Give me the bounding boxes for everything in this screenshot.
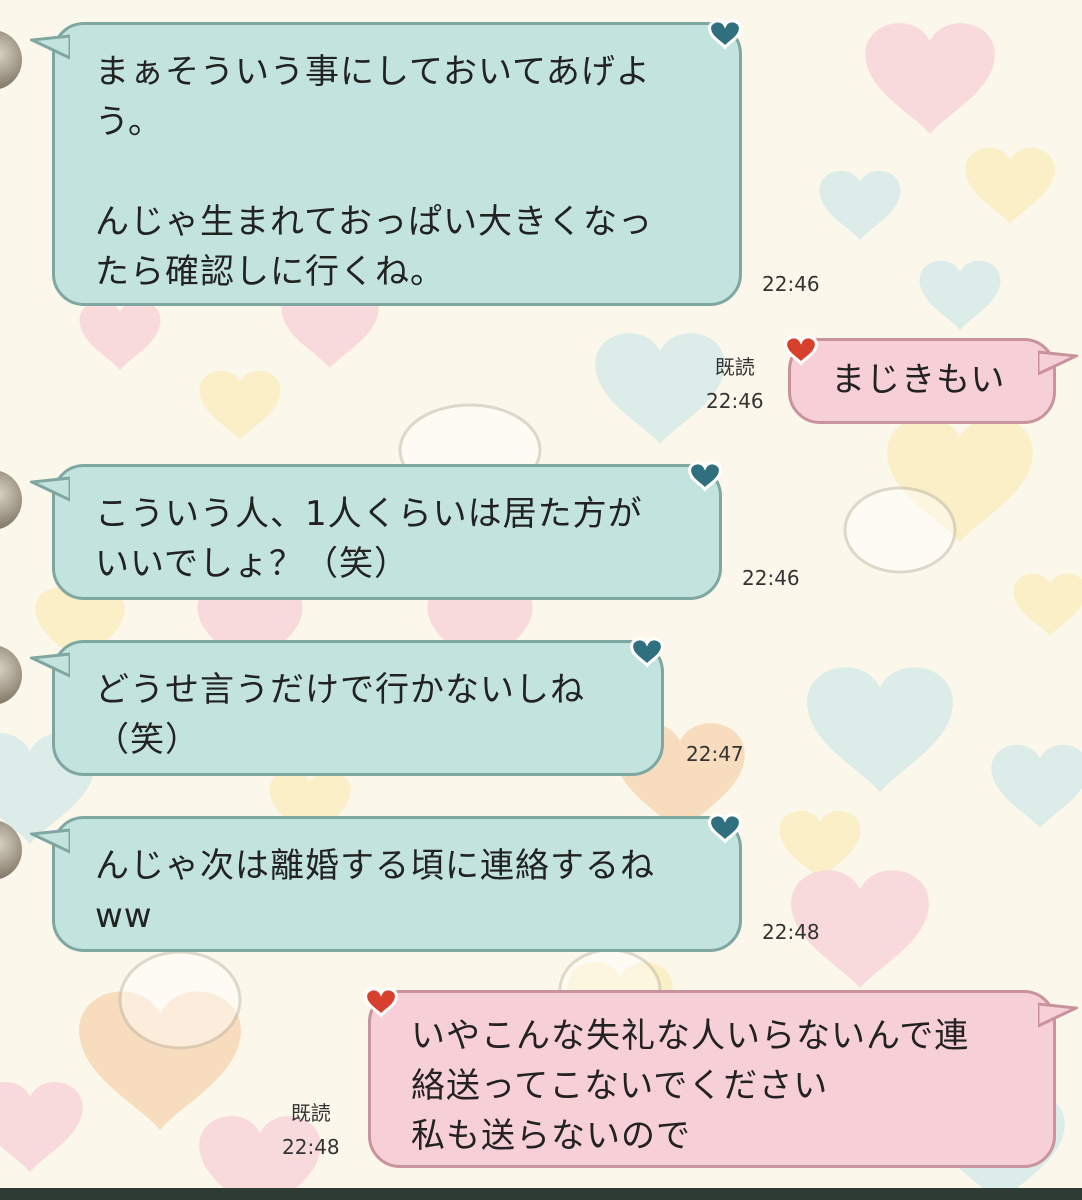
incoming-message-bubble[interactable]: まぁそういう事にしておいてあげよ う。 んじゃ生まれておっぱい大きくなっ たら確… [52,22,742,306]
bubble-tail [30,652,70,678]
message-timestamp: 22:48 [762,920,820,944]
outgoing-message-bubble[interactable]: まじきもい [788,338,1056,424]
message-timestamp: 22:46 [762,272,820,296]
chat-area[interactable]: まぁそういう事にしておいてあげよ う。 んじゃ生まれておっぱい大きくなっ たら確… [0,0,1082,1200]
message-timestamp: 22:48 [282,1135,340,1159]
read-label: 既読 [290,1101,331,1125]
bubble-tail [1038,1002,1078,1028]
message-timestamp: 22:46 [742,566,800,590]
heart-icon [784,335,818,366]
heart-icon [708,19,742,50]
heart-icon [688,461,722,492]
read-label: 既読 [714,355,755,379]
incoming-message-bubble[interactable]: んじゃ次は離婚する頃に連絡するね ww [52,816,742,952]
incoming-message-bubble[interactable]: どうせ言うだけで行かないしね （笑） [52,640,664,776]
read-receipt: 既読 22:46 [706,350,764,418]
outgoing-message-bubble[interactable]: いやこんな失礼な人いらないんで連 絡送ってこないでください 私も送らないので [368,990,1056,1168]
incoming-message-bubble[interactable]: こういう人、1人くらいは居た方が いいでしょ？（笑） [52,464,722,600]
heart-icon [364,987,398,1018]
bubble-tail [30,34,70,60]
bottom-bar [0,1188,1082,1200]
bubble-tail [30,476,70,502]
message-timestamp: 22:47 [686,742,744,766]
read-receipt: 既読 22:48 [282,1096,340,1164]
heart-icon [630,637,664,668]
bubble-tail [30,828,70,854]
heart-icon [708,813,742,844]
message-timestamp: 22:46 [706,389,764,413]
bubble-tail [1038,350,1078,376]
